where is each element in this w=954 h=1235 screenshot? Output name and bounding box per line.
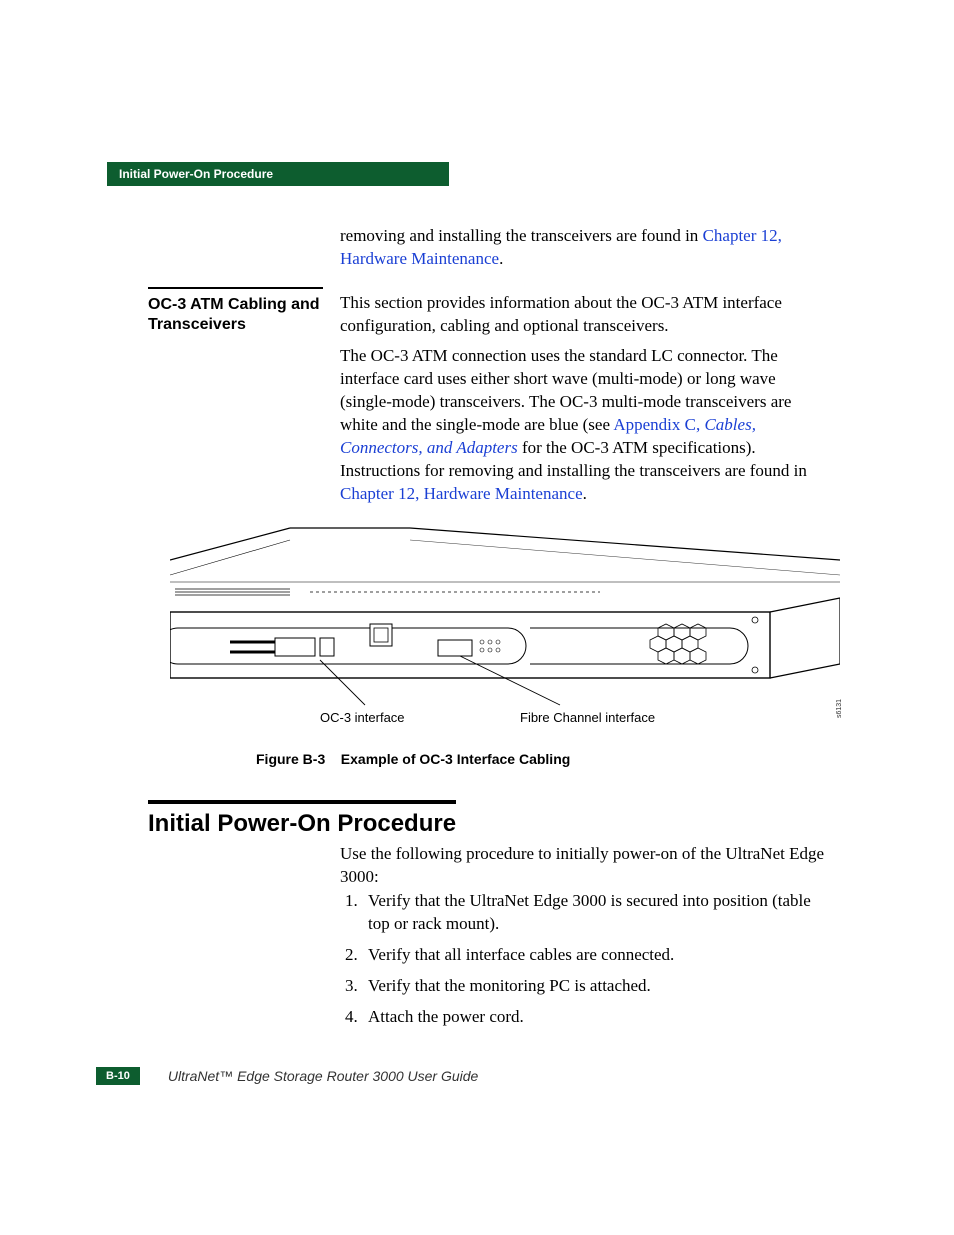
- section-heading-power-on: Initial Power-On Procedure: [148, 800, 456, 838]
- poweron-steps: Verify that the UltraNet Edge 3000 is se…: [340, 890, 830, 1037]
- step-1: Verify that the UltraNet Edge 3000 is se…: [362, 890, 830, 936]
- figure-sidenum: s6131: [836, 699, 843, 718]
- running-header-bar: Initial Power-On Procedure: [107, 162, 449, 186]
- paragraph-continuation: removing and installing the transceivers…: [340, 225, 830, 271]
- paragraph-poweron-intro: Use the following procedure to initially…: [340, 843, 830, 889]
- step-4: Attach the power cord.: [362, 1006, 830, 1029]
- callout-oc3: OC-3 interface: [320, 710, 405, 725]
- callout-fibre: Fibre Channel interface: [520, 710, 655, 725]
- link-chapter-12-b[interactable]: Chapter 12, Hardware Maintenance: [340, 484, 583, 503]
- step-3: Verify that the monitoring PC is attache…: [362, 975, 830, 998]
- step-2: Verify that all interface cables are con…: [362, 944, 830, 967]
- figure-caption: Figure B-3 Example of OC-3 Interface Cab…: [256, 751, 570, 767]
- page-number: B-10: [96, 1067, 140, 1085]
- paragraph-oc3-details: The OC-3 ATM connection uses the standar…: [340, 345, 830, 506]
- device-illustration: [170, 520, 840, 710]
- page-footer: B-10 UltraNet™ Edge Storage Router 3000 …: [96, 1067, 836, 1085]
- side-heading-oc3: OC-3 ATM Cabling and Transceivers: [148, 287, 323, 335]
- figure-b3: OC-3 interface Fibre Channel interface s…: [170, 520, 840, 715]
- footer-doc-title: UltraNet™ Edge Storage Router 3000 User …: [168, 1068, 479, 1084]
- running-header-text: Initial Power-On Procedure: [119, 167, 273, 181]
- paragraph-intro-oc3: This section provides information about …: [340, 292, 830, 338]
